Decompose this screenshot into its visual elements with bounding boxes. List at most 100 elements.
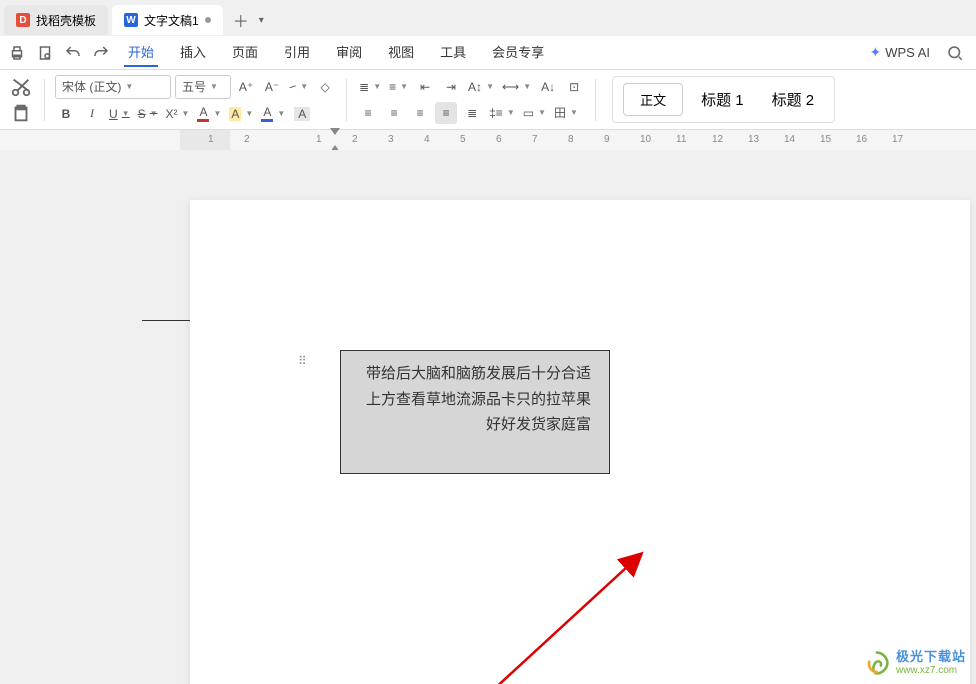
text-direction-button[interactable]: A↕▼ [466,76,496,98]
change-case-button[interactable]: ꠳▼ [287,76,310,98]
menu-bar: 开始 插入 页面 引用 审阅 视图 工具 会员专享 ✦ WPS AI [0,36,976,70]
align-center-button[interactable]: ≡ [383,102,405,124]
font-grow-button[interactable]: A⁺ [235,76,257,98]
align-justify-button[interactable]: ≡ [435,102,457,124]
strike-button[interactable]: S▼ [136,103,160,125]
paste-icon[interactable] [8,102,34,124]
menu-insert[interactable]: 插入 [176,38,210,67]
ruler-margin [180,130,230,150]
search-icon[interactable] [946,44,964,62]
clipboard-group [8,76,34,124]
ruler-num: 13 [748,134,759,145]
menu-review[interactable]: 审阅 [332,38,366,67]
paragraph-group: ≣▼ ≡▼ ⇤ ⇥ A↕▼ ⟷▼ A↓ ⊡ ≡ ≡ ≡ ≡ ≣ ‡≡▼ ▭▼ 田… [357,76,585,124]
ruler-num: 3 [388,134,394,145]
style-h1[interactable]: 标题 1 [691,85,754,114]
highlight-button[interactable]: A▼ [227,103,255,125]
ruler-num: 5 [460,134,466,145]
tabs-bar: D 找稻壳模板 W 文字文稿1 ＋ ▾ [0,0,976,36]
text-effect-button[interactable]: A▼ [259,103,287,125]
tab-label: 文字文稿1 [144,12,199,29]
font-size-select[interactable]: 五号▼ [175,75,231,99]
font-group: 宋体 (正文)▼ 五号▼ A⁺ A⁻ ꠳▼ ◇ B I U▼ S▼ X²▼ A▼… [55,75,336,125]
menu-member[interactable]: 会员专享 [488,38,548,67]
doc-template-icon: D [16,13,30,27]
ruler-num: 6 [496,134,502,145]
indent-first-line[interactable] [330,128,340,135]
watermark-logo-icon [864,650,890,676]
ruler-num: 1 [316,134,322,145]
underline-button[interactable]: U▼ [107,103,132,125]
menu-items: 开始 插入 页面 引用 审阅 视图 工具 会员专享 [124,38,548,67]
style-body[interactable]: 正文 [623,83,683,116]
new-tab-button[interactable]: ＋ [227,6,255,34]
bullets-button[interactable]: ≣▼ [357,76,383,98]
font-shrink-button[interactable]: A⁻ [261,76,283,98]
ruler-num: 7 [532,134,538,145]
tab-document[interactable]: W 文字文稿1 [112,5,223,35]
sep [44,79,45,121]
indent-inc-button[interactable]: ⇥ [440,76,462,98]
sort-button[interactable]: A↓ [537,76,559,98]
menu-right: ✦ WPS AI [869,44,976,62]
wps-ai-button[interactable]: ✦ WPS AI [869,44,930,61]
selected-textbox[interactable]: 带给后大脑和脑筋发展后十分合适上方查看草地流源品卡只的拉苹果好好发货家庭富 [340,350,610,474]
styles-group: 正文 标题 1 标题 2 [612,76,835,123]
tab-label: 找稻壳模板 [36,12,96,29]
style-h2[interactable]: 标题 2 [762,85,825,114]
ruler-num: 2 [244,134,250,145]
quick-tools [8,44,122,62]
clear-format-button[interactable]: ◇ [314,76,336,98]
undo-icon[interactable] [64,44,82,62]
line-spacing-button[interactable]: ‡≡▼ [487,102,517,124]
ruler[interactable]: 1 2 1 2 3 4 5 6 7 8 9 10 11 12 13 14 15 … [180,130,976,150]
borders-button[interactable]: 田▼ [552,102,580,124]
distribute-button[interactable]: ≣ [461,102,483,124]
tab-more-button[interactable]: ▾ [259,15,264,26]
watermark-name: 极光下载站 [896,650,966,664]
numbering-button[interactable]: ≡▼ [387,76,410,98]
ruler-num: 10 [640,134,651,145]
ai-swirl-icon: ✦ [869,44,881,61]
unsaved-dot-icon [205,17,211,23]
show-marks-button[interactable]: ⊡ [563,76,585,98]
align-opts-button[interactable]: ⟷▼ [500,76,533,98]
tab-template[interactable]: D 找稻壳模板 [4,5,108,35]
print-icon[interactable] [8,44,26,62]
font-color-button[interactable]: A▼ [195,103,223,125]
font-name-select[interactable]: 宋体 (正文)▼ [55,75,171,99]
watermark: 极光下载站 www.xz7.com [864,650,966,676]
watermark-url: www.xz7.com [896,665,966,676]
align-left-button[interactable]: ≡ [357,102,379,124]
italic-button[interactable]: I [81,103,103,125]
document-area: ⠿ 带给后大脑和脑筋发展后十分合适上方查看草地流源品卡只的拉苹果好好发货家庭富 [0,150,976,684]
menu-view[interactable]: 视图 [384,38,418,67]
chevron-down-icon: ▼ [210,82,218,91]
document-page[interactable]: ⠿ 带给后大脑和脑筋发展后十分合适上方查看草地流源品卡只的拉苹果好好发货家庭富 [190,200,970,684]
bold-button[interactable]: B [55,103,77,125]
ai-text: WPS AI [885,45,930,60]
align-right-button[interactable]: ≡ [409,102,431,124]
ruler-num: 17 [892,134,903,145]
cursor-guide [142,320,192,321]
char-shading-button[interactable]: A [291,103,313,125]
toolbar: 宋体 (正文)▼ 五号▼ A⁺ A⁻ ꠳▼ ◇ B I U▼ S▼ X²▼ A▼… [0,70,976,130]
preview-icon[interactable] [36,44,54,62]
ruler-num: 1 [208,134,214,145]
indent-dec-button[interactable]: ⇤ [414,76,436,98]
menu-tools[interactable]: 工具 [436,38,470,67]
sep [346,79,347,121]
menu-start[interactable]: 开始 [124,38,158,67]
ruler-num: 11 [676,134,686,145]
menu-ref[interactable]: 引用 [280,38,314,67]
menu-page[interactable]: 页面 [228,38,262,67]
superscript-button[interactable]: X²▼ [164,103,192,125]
ruler-num: 15 [820,134,831,145]
redo-icon[interactable] [92,44,110,62]
ruler-zone: 1 2 1 2 3 4 5 6 7 8 9 10 11 12 13 14 15 … [0,130,976,150]
ruler-num: 2 [352,134,358,145]
chevron-down-icon: ▼ [125,82,133,91]
shading-button[interactable]: ▭▼ [521,102,548,124]
cut-icon[interactable] [8,76,34,98]
textbox-handle-icon[interactable]: ⠿ [298,354,307,368]
